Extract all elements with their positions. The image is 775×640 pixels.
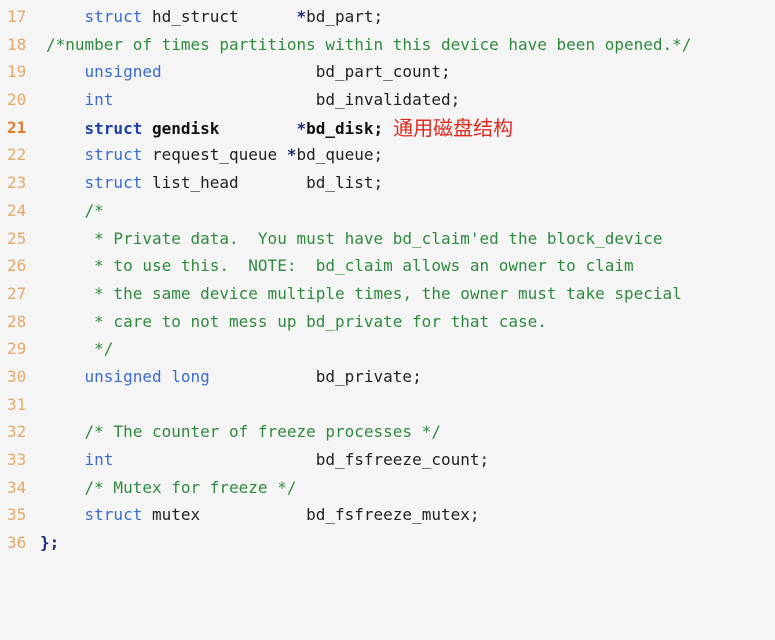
line-number: 17 <box>7 7 27 26</box>
line-number: 32 <box>7 422 27 442</box>
line-number: 26 <box>7 256 27 276</box>
code-line-32: 32 /* The counter of freeze processes */ <box>0 418 775 446</box>
code-line-35: 35 struct mutex bd_fsfreeze_mutex; <box>0 501 775 529</box>
code-text: struct list_head bd_list; <box>84 173 384 193</box>
code-text: unsigned long bd_private; <box>84 366 422 386</box>
code-line-19: 19 unsigned bd_part_count; <box>0 58 775 86</box>
code-text: * care to not mess up bd_private for tha… <box>84 311 547 331</box>
line-number: 20 <box>7 90 27 110</box>
code-text: struct gendisk *bd_disk; 通用磁盘结构 <box>84 115 514 140</box>
code-line-25: 25 * Private data. You must have bd_clai… <box>0 225 775 253</box>
code-text: struct request_queue *bd_queue; <box>84 145 384 165</box>
line-number: 24 <box>7 200 27 220</box>
code-line-34: 34 /* Mutex for freeze */ <box>0 474 775 502</box>
code-text: }; <box>40 533 60 553</box>
code-text: */ <box>84 339 114 359</box>
code-line-21-current: 21 struct gendisk *bd_disk; 通用磁盘结构 <box>0 114 775 142</box>
code-text: /* Mutex for freeze */ <box>84 477 297 497</box>
code-text: * the same device multiple times, the ow… <box>84 283 682 303</box>
code-line-28: 28 * care to not mess up bd_private for … <box>0 308 775 336</box>
annotation-label: 通用磁盘结构 <box>393 115 514 140</box>
line-number: 34 <box>7 477 27 497</box>
line-number: 19 <box>7 62 27 82</box>
line-number: 30 <box>7 366 27 386</box>
code-text: int bd_fsfreeze_count; <box>84 450 490 469</box>
line-number: 31 <box>7 394 27 414</box>
code-editor[interactable]: 17 struct hd_struct *bd_part; 18 /*numbe… <box>0 0 775 559</box>
line-number: 29 <box>7 339 27 359</box>
code-line-36: 36 }; <box>0 529 775 557</box>
code-line-23: 23 struct list_head bd_list; <box>0 169 775 197</box>
line-number: 36 <box>7 533 27 553</box>
code-text: struct mutex bd_fsfreeze_mutex; <box>84 505 480 525</box>
code-text: int bd_invalidated; <box>84 90 461 110</box>
code-line-22: 22 struct request_queue *bd_queue; <box>0 141 775 169</box>
line-number: 21 <box>7 117 27 137</box>
line-number: 28 <box>7 311 27 331</box>
code-line-31: 31 <box>0 391 775 419</box>
code-text: /* <box>84 200 104 220</box>
code-text: unsigned bd_part_count; <box>84 62 451 82</box>
code-line-29: 29 */ <box>0 335 775 363</box>
code-line-26: 26 * to use this. NOTE: bd_claim allows … <box>0 252 775 280</box>
line-number: 27 <box>7 283 27 303</box>
code-text: * Private data. You must have bd_claim'e… <box>84 228 663 248</box>
code-line-20: 20 int bd_invalidated; <box>0 86 775 114</box>
code-line-27: 27 * the same device multiple times, the… <box>0 280 775 308</box>
code-line-24: 24 /* <box>0 197 775 225</box>
code-text: struct hd_struct *bd_part; <box>84 7 384 26</box>
line-number: 22 <box>7 145 27 165</box>
code-text: * to use this. NOTE: bd_claim allows an … <box>84 256 634 276</box>
line-number: 35 <box>7 505 27 525</box>
line-number: 33 <box>7 450 27 469</box>
code-line-17: 17 struct hd_struct *bd_part; <box>0 3 775 31</box>
code-line-33: 33 int bd_fsfreeze_count; <box>0 446 775 474</box>
code-line-30: 30 unsigned long bd_private; <box>0 363 775 391</box>
line-number: 23 <box>7 173 27 193</box>
line-number: 25 <box>7 228 27 248</box>
line-number: 18 <box>7 34 27 54</box>
code-text: /*number of times partitions within this… <box>46 34 692 54</box>
code-line-18: 18 /*number of times partitions within t… <box>0 31 775 59</box>
code-text: /* The counter of freeze processes */ <box>84 422 441 442</box>
